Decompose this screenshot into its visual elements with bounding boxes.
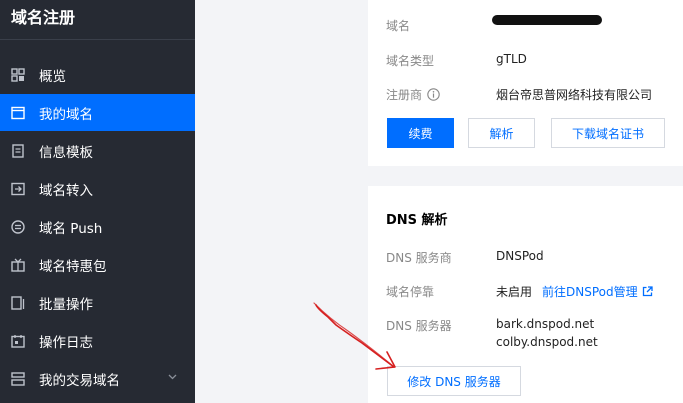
domain-label: 域名 (386, 19, 411, 33)
registrar-value: 烟台帝思普网络科技有限公司 (496, 88, 653, 102)
sidebar-item-push[interactable]: 域名 Push (0, 208, 195, 245)
chevron-down-icon[interactable] (168, 374, 177, 380)
transfer-in-icon (11, 182, 25, 195)
dns-server-2: colby.dnspod.net (496, 335, 598, 349)
dns-provider-value: DNSPod (496, 249, 544, 263)
dns-provider-label: DNS 服务商 (386, 251, 452, 265)
dnspod-manage-link[interactable]: 前往DNSPod管理 (542, 283, 638, 300)
dns-server-1: bark.dnspod.net (496, 317, 595, 331)
domain-info-card: 域名 域名类型 gTLD 注册商 烟台帝思普网络科技有限公司 续费 解析 下载域… (368, 0, 683, 166)
trade-icon (11, 371, 25, 386)
sidebar-item-label: 域名特惠包 (39, 258, 107, 275)
parking-value: 未启用 (496, 285, 533, 299)
sidebar-item-transfer-in[interactable]: 域名转入 (0, 170, 195, 207)
registrar-label: 注册商 (386, 88, 423, 102)
external-link-icon[interactable] (642, 286, 653, 297)
sidebar: 域名注册 概览 我的域名 信息模板 域名转入 域名 Push 域名特惠包 批量操… (0, 0, 195, 403)
download-cert-button[interactable]: 下载域名证书 (551, 118, 665, 148)
parking-row: 未启用 前往DNSPod管理 (496, 283, 653, 300)
sidebar-item-label: 我的交易域名 (39, 372, 120, 389)
redacted-domain-value (492, 15, 602, 25)
dns-section-title: DNS 解析 (386, 213, 448, 228)
domain-type-label: 域名类型 (386, 54, 435, 68)
log-icon (11, 334, 25, 348)
gift-icon (11, 258, 25, 272)
sidebar-item-logs[interactable]: 操作日志 (0, 322, 195, 359)
info-icon[interactable] (427, 88, 440, 101)
sidebar-item-label: 域名转入 (39, 182, 93, 199)
sidebar-item-label: 信息模板 (39, 144, 93, 161)
resolve-button[interactable]: 解析 (468, 118, 535, 148)
renew-button[interactable]: 续费 (387, 118, 454, 148)
domain-icon (11, 106, 25, 119)
sidebar-item-label: 概览 (39, 68, 66, 85)
registrar-label-row: 注册商 (386, 86, 440, 103)
dashboard-icon (11, 67, 25, 82)
sidebar-item-my-domains[interactable]: 我的域名 (0, 94, 195, 131)
sidebar-title: 域名注册 (11, 8, 76, 27)
push-icon (11, 219, 25, 234)
batch-icon (11, 295, 25, 310)
sidebar-item-label: 域名 Push (39, 220, 103, 237)
sidebar-divider (0, 39, 195, 40)
sidebar-item-batch[interactable]: 批量操作 (0, 284, 195, 321)
sidebar-item-templates[interactable]: 信息模板 (0, 132, 195, 169)
dns-card: DNS 解析 DNS 服务商 DNSPod 域名停靠 未启用 前往DNSPod管… (368, 186, 683, 403)
sidebar-item-trade-domains[interactable]: 我的交易域名 (0, 360, 195, 397)
sidebar-item-label: 我的域名 (39, 106, 93, 123)
sidebar-item-overview[interactable]: 概览 (0, 56, 195, 93)
domain-type-value: gTLD (496, 52, 527, 66)
annotation-arrow (313, 302, 396, 370)
template-icon (12, 143, 24, 158)
sidebar-item-label: 操作日志 (39, 334, 93, 351)
sidebar-item-label: 批量操作 (39, 296, 93, 313)
sidebar-item-deals[interactable]: 域名特惠包 (0, 246, 195, 283)
